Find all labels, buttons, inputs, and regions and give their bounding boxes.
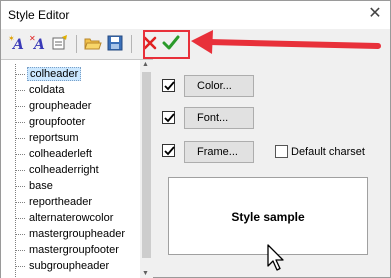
list-item-label: subgroupheader (29, 260, 110, 272)
tree-connector (15, 218, 25, 219)
tree-connector (15, 90, 25, 91)
add-style-icon[interactable]: A ✶ (7, 33, 27, 53)
list-item[interactable]: groupheader (1, 99, 141, 113)
frame-checkbox[interactable] (162, 144, 175, 157)
tree-connector (15, 138, 25, 139)
list-item-label: mastergroupheader (29, 228, 126, 240)
list-item-label: colheaderright (29, 164, 99, 176)
style-list[interactable]: colheader coldata groupheader groupfooter re… (1, 59, 153, 278)
list-item[interactable]: coldata (1, 83, 141, 97)
svg-text:✶: ✶ (8, 34, 15, 43)
list-item-label: groupfooter (29, 116, 86, 128)
toolbar-separator (76, 35, 77, 53)
save-icon[interactable] (105, 33, 125, 53)
tree-connector (15, 202, 25, 203)
list-item[interactable]: colheader (1, 67, 141, 81)
list-item[interactable]: alternaterowcolor (1, 211, 141, 225)
color-checkbox[interactable] (162, 79, 175, 92)
scroll-down-arrow-icon[interactable]: ▼ (142, 270, 149, 277)
tree-connector (15, 74, 25, 75)
tree-connector (15, 170, 25, 171)
toolbar-highlight-box (143, 30, 190, 59)
list-item[interactable]: mastergroupfooter (1, 243, 141, 257)
delete-style-icon[interactable]: A ✕ (28, 33, 48, 53)
list-item[interactable]: colheaderleft (1, 147, 141, 161)
font-checkbox[interactable] (162, 111, 175, 124)
frame-button[interactable]: Frame... (184, 141, 254, 163)
tree-connector (15, 250, 25, 251)
list-item-label: base (29, 180, 53, 192)
list-item[interactable]: reportsum (1, 131, 141, 145)
list-item[interactable]: base (1, 179, 141, 193)
list-item-label: colheader (27, 67, 82, 81)
tree-connector (15, 154, 25, 155)
window-title: Style Editor (8, 8, 70, 22)
mouse-pointer-icon (267, 244, 284, 271)
tree-connector (15, 122, 25, 123)
svg-text:✕: ✕ (29, 34, 36, 43)
list-item[interactable]: subgroupheader (1, 259, 141, 273)
annotation-arrow-icon (191, 30, 381, 54)
list-item-label: alternaterowcolor (29, 212, 114, 224)
list-item-label: coldata (29, 84, 65, 96)
list-item-label: mastergroupfooter (29, 244, 119, 256)
rename-style-icon[interactable] (50, 33, 70, 53)
list-item-label: colheaderleft (29, 148, 92, 160)
font-button[interactable]: Font... (184, 107, 254, 129)
default-charset-label: Default charset (291, 146, 365, 158)
style-list-scrollbar[interactable]: ▲ ▼ (140, 60, 153, 278)
close-icon[interactable]: ✕ (366, 5, 384, 23)
list-item[interactable]: reportheader (1, 195, 141, 209)
tree-connector (15, 186, 25, 187)
style-sample-text: Style sample (231, 210, 305, 224)
list-item[interactable]: colheaderright (1, 163, 141, 177)
list-item-label: reportsum (29, 132, 79, 144)
list-item[interactable]: mastergroupheader (1, 227, 141, 241)
scroll-up-arrow-icon[interactable]: ▲ (142, 61, 149, 68)
default-charset-checkbox[interactable] (275, 145, 288, 158)
tree-connector (15, 234, 25, 235)
list-item-label: groupheader (29, 100, 92, 112)
list-item[interactable]: groupfooter (1, 115, 141, 129)
list-item-label: reportheader (29, 196, 92, 208)
color-button[interactable]: Color... (184, 75, 254, 97)
tree-connector (15, 266, 25, 267)
tree-connector (15, 106, 25, 107)
title-bar: Style Editor ✕ (1, 1, 390, 29)
scroll-thumb[interactable] (142, 72, 151, 258)
open-icon[interactable] (83, 33, 103, 53)
style-editor-window: Style Editor ✕ A ✶ A ✕ colheader coldata… (0, 0, 391, 278)
toolbar-separator (131, 35, 132, 53)
